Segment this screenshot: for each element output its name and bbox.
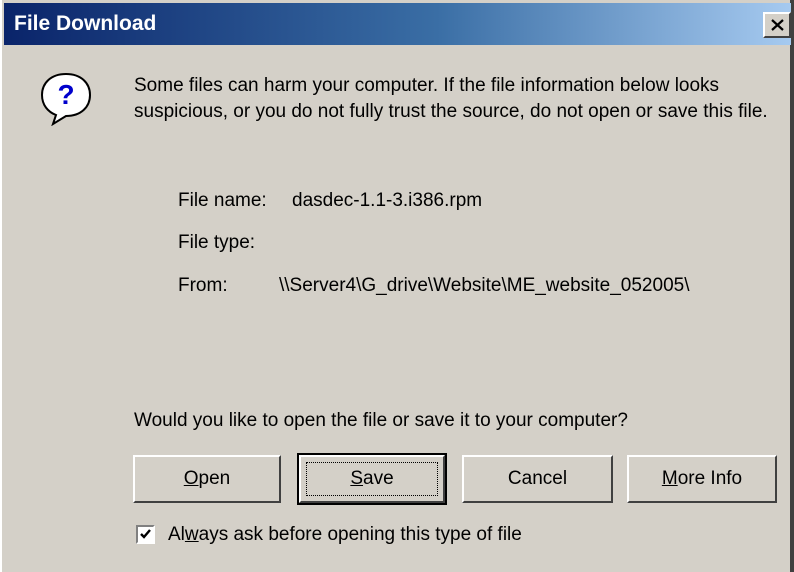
label-mnemonic: w bbox=[184, 524, 199, 545]
save-button[interactable]: Save bbox=[297, 453, 447, 505]
more-info-button[interactable]: More Info bbox=[627, 455, 777, 503]
from-value: \\Server4\G_drive\Website\ME_website_052… bbox=[279, 275, 690, 296]
always-ask-label[interactable]: Always ask before opening this type of f… bbox=[168, 524, 522, 546]
more-info-mnemonic: M bbox=[661, 468, 678, 489]
open-label: pen bbox=[198, 468, 231, 489]
security-warning-text: Some files can harm your computer. If th… bbox=[134, 75, 768, 122]
close-button[interactable] bbox=[763, 12, 791, 38]
file-download-dialog: File Download ? Some files can harm your… bbox=[0, 0, 794, 572]
focus-rectangle bbox=[306, 462, 438, 496]
label-part: Al bbox=[168, 524, 185, 545]
cancel-button[interactable]: Cancel bbox=[462, 455, 613, 503]
close-icon bbox=[771, 19, 784, 31]
always-ask-checkbox[interactable] bbox=[136, 525, 155, 544]
question-icon: ? bbox=[40, 72, 92, 126]
file-name-value: dasdec-1.1-3.i386.rpm bbox=[292, 190, 483, 211]
open-mnemonic: O bbox=[183, 468, 199, 489]
title-bar[interactable]: File Download bbox=[4, 3, 791, 45]
open-button[interactable]: Open bbox=[133, 455, 281, 503]
label-part: ays ask before opening this type of file bbox=[198, 524, 522, 545]
file-type-label: File type: bbox=[178, 232, 256, 253]
from-label: From: bbox=[178, 275, 228, 296]
file-name-label: File name: bbox=[178, 190, 267, 211]
open-or-save-question: Would you like to open the file or save … bbox=[134, 410, 628, 431]
svg-text:?: ? bbox=[57, 79, 74, 110]
window-title: File Download bbox=[14, 12, 157, 35]
checkmark-icon bbox=[140, 529, 151, 539]
more-info-label: ore Info bbox=[677, 468, 743, 489]
